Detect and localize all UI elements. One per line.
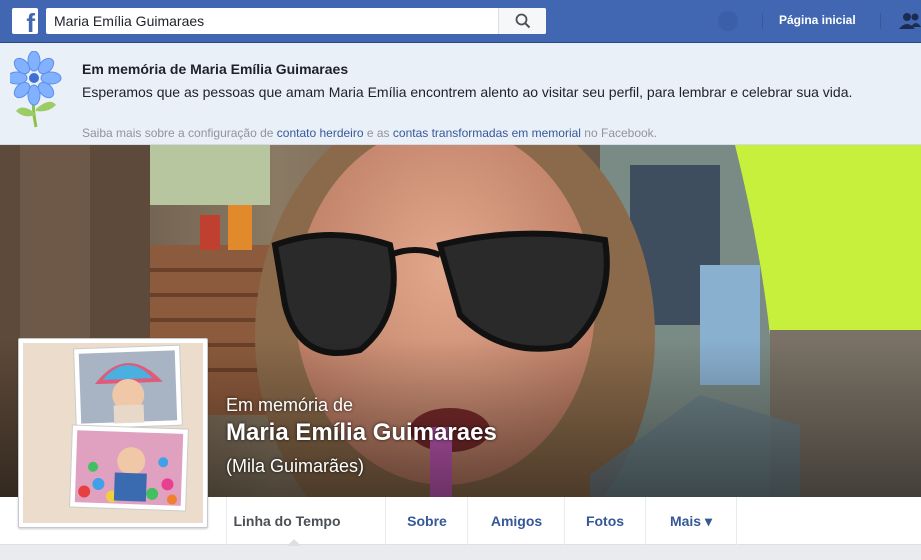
search-box[interactable]: Maria Emília Guimaraes bbox=[46, 8, 546, 34]
memorial-title: Em memória de Maria Emília Guimaraes bbox=[82, 61, 349, 77]
nav-divider bbox=[762, 13, 763, 29]
tab-friends[interactable]: Amigos bbox=[468, 497, 565, 545]
user-avatar[interactable] bbox=[718, 11, 738, 31]
profile-name[interactable]: Maria Emília Guimaraes bbox=[226, 419, 497, 447]
tab-about[interactable]: Sobre bbox=[386, 497, 468, 545]
top-navigation-bar: f Maria Emília Guimaraes Página inicial bbox=[0, 0, 921, 43]
active-tab-indicator bbox=[287, 539, 301, 546]
memorialized-accounts-link[interactable]: contas transformadas em memorial bbox=[393, 126, 581, 140]
profile-alternate-name: (Mila Guimarães) bbox=[226, 456, 365, 476]
nav-divider bbox=[880, 13, 881, 29]
tab-more[interactable]: Mais ▾ bbox=[646, 497, 736, 545]
search-icon bbox=[515, 13, 531, 29]
profile-picture[interactable] bbox=[18, 338, 208, 528]
memorial-note: Saiba mais sobre a configuração de conta… bbox=[82, 126, 657, 140]
tab-photos[interactable]: Fotos bbox=[565, 497, 645, 545]
logo-letter: f bbox=[26, 8, 35, 38]
memorial-note-prefix: Saiba mais sobre a configuração de bbox=[82, 126, 277, 140]
forget-me-not-flower-icon bbox=[10, 51, 62, 128]
search-input[interactable]: Maria Emília Guimaraes bbox=[54, 13, 204, 29]
tab-timeline[interactable]: Linha do Tempo bbox=[227, 497, 347, 545]
legacy-contact-link[interactable]: contato herdeiro bbox=[277, 126, 364, 140]
profile-picture-image bbox=[23, 343, 203, 523]
memorial-note-middle: e as bbox=[363, 126, 393, 140]
memorial-note-suffix: no Facebook. bbox=[580, 126, 658, 140]
memorial-message: Esperamos que as pessoas que amam Maria … bbox=[82, 84, 853, 100]
home-link[interactable]: Página inicial bbox=[779, 13, 856, 27]
facebook-logo-icon[interactable]: f bbox=[12, 8, 38, 38]
cover-memorial-prefix: Em memória de bbox=[226, 395, 354, 415]
memorial-banner: Em memória de Maria Emília Guimaraes Esp… bbox=[0, 43, 921, 145]
friend-requests-icon[interactable] bbox=[899, 11, 921, 31]
tab-divider bbox=[736, 497, 737, 545]
profile-picture-collage bbox=[23, 343, 203, 523]
search-button[interactable] bbox=[498, 8, 546, 34]
